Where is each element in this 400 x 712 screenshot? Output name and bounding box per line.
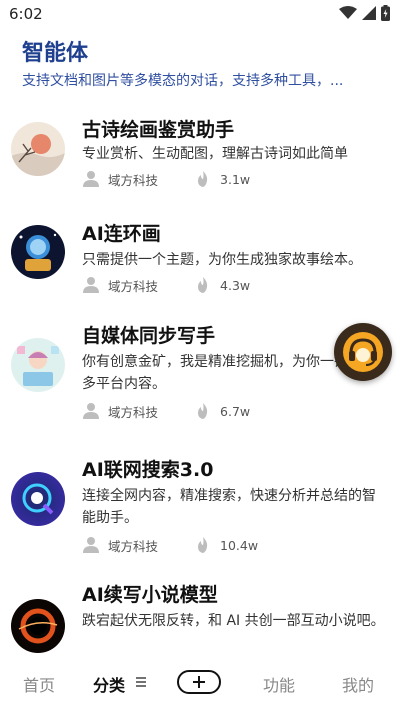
agent-meta: 域方科技 4.3w (82, 275, 250, 295)
person-icon (83, 537, 99, 553)
page-subtitle: 支持文档和图片等多模态的对话，支持多种工具，... (22, 73, 344, 89)
agent-title: AI联网搜索3.0 (82, 459, 214, 481)
agent-desc: 专业赏析、生动配图，理解古诗词如此简单 (82, 146, 348, 162)
agent-meta: 域方科技 3.1w (82, 169, 250, 189)
nav-home[interactable]: 首页 (23, 672, 55, 696)
menu-icon (136, 677, 146, 687)
agent-avatar (11, 122, 65, 176)
agent-avatar (11, 599, 65, 653)
agent-desc: 连接全网内容，精准搜索，快速分析并总结的智能助手。 (82, 488, 376, 526)
agent-author: 域方科技 (108, 404, 159, 420)
agent-title: 自媒体同步写手 (82, 325, 216, 347)
agent-views: 10.4w (220, 537, 259, 553)
agent-meta: 域方科技 6.7w (82, 401, 250, 421)
person-icon (83, 171, 99, 187)
customer-service-button[interactable] (334, 323, 392, 381)
nav-category[interactable]: 分类 (93, 672, 125, 696)
agent-item-comic[interactable]: AI连环画 只需提供一个主题，为你生成独家故事绘本。 域方科技 4.3w (0, 211, 400, 321)
agent-item-poetry[interactable]: 古诗绘画鉴赏助手 专业赏析、生动配图，理解古诗词如此简单 域方科技 3.1w (0, 105, 400, 215)
agent-author: 域方科技 (108, 278, 159, 294)
agent-author: 域方科技 (108, 172, 159, 188)
plus-icon (193, 676, 205, 688)
agent-item-web-search[interactable]: AI联网搜索3.0 连接全网内容，精准搜索，快速分析并总结的智能助手。 域方科技… (0, 447, 400, 557)
agent-desc: 跌宕起伏无限反转，和 AI 共创一部互动小说吧。 (82, 613, 385, 629)
page-title: 智能体 (22, 41, 89, 66)
agent-avatar (11, 225, 65, 279)
status-icons (339, 5, 390, 21)
agent-avatar (11, 472, 65, 526)
fire-icon (198, 277, 208, 293)
agent-avatar (11, 338, 65, 392)
status-bar: 6:02 (0, 0, 400, 28)
fire-icon (198, 403, 208, 419)
agent-views: 3.1w (220, 171, 251, 187)
battery-icon (381, 5, 390, 21)
bottom-nav: 首页 分类 功能 我的 (0, 656, 400, 712)
agent-meta: 域方科技 10.4w (82, 535, 258, 555)
signal-icon (362, 6, 376, 20)
person-icon (83, 277, 99, 293)
agent-views: 6.7w (220, 403, 251, 419)
agent-title: 古诗绘画鉴赏助手 (82, 119, 235, 141)
nav-features[interactable]: 功能 (263, 672, 295, 696)
agent-title: AI连环画 (82, 223, 161, 245)
add-button[interactable] (177, 670, 221, 694)
agent-views: 4.3w (220, 277, 251, 293)
person-icon (83, 403, 99, 419)
wifi-icon (339, 6, 357, 19)
headset-icon (343, 332, 383, 372)
nav-mine[interactable]: 我的 (342, 672, 374, 696)
status-time: 6:02 (9, 5, 43, 23)
fire-icon (198, 171, 208, 187)
agent-title: AI续写小说模型 (82, 584, 218, 606)
agent-author: 域方科技 (108, 538, 159, 554)
agent-desc: 只需提供一个主题，为你生成独家故事绘本。 (82, 252, 362, 268)
fire-icon (198, 537, 208, 553)
